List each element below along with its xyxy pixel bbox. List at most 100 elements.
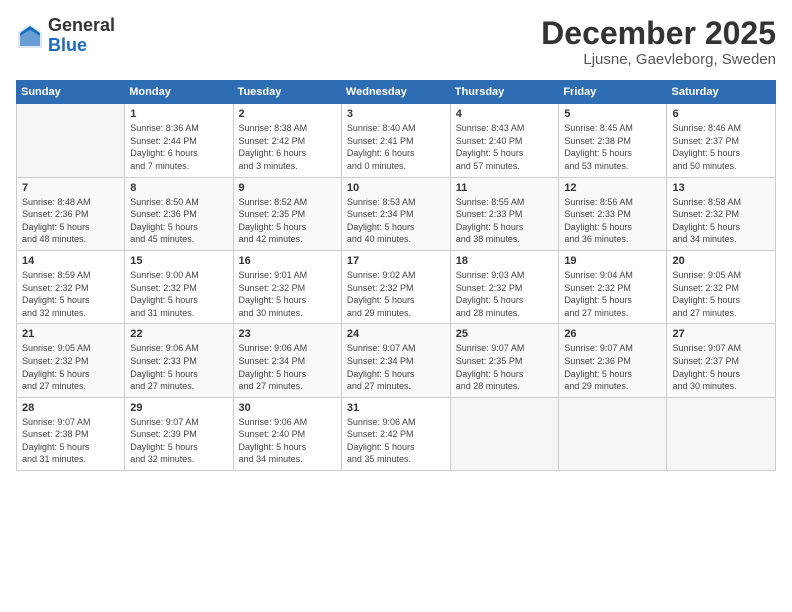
day-info: Sunrise: 9:07 AMSunset: 2:35 PMDaylight:…: [456, 342, 554, 392]
table-row: 16 Sunrise: 9:01 AMSunset: 2:32 PMDayligh…: [233, 250, 341, 323]
table-row: 6 Sunrise: 8:46 AMSunset: 2:37 PMDaylight…: [667, 104, 776, 177]
day-info: Sunrise: 9:06 AMSunset: 2:33 PMDaylight:…: [130, 342, 227, 392]
day-number: 17: [347, 255, 445, 267]
day-info: Sunrise: 8:36 AMSunset: 2:44 PMDaylight:…: [130, 122, 227, 172]
day-info: Sunrise: 8:53 AMSunset: 2:34 PMDaylight:…: [347, 196, 445, 246]
day-info: Sunrise: 9:02 AMSunset: 2:32 PMDaylight:…: [347, 269, 445, 319]
day-info: Sunrise: 9:07 AMSunset: 2:34 PMDaylight:…: [347, 342, 445, 392]
table-row: 15 Sunrise: 9:00 AMSunset: 2:32 PMDayligh…: [125, 250, 233, 323]
table-row: 29 Sunrise: 9:07 AMSunset: 2:39 PMDayligh…: [125, 397, 233, 470]
table-row: 12 Sunrise: 8:56 AMSunset: 2:33 PMDayligh…: [559, 177, 667, 250]
col-tuesday: Tuesday: [233, 81, 341, 104]
day-number: 7: [22, 182, 119, 194]
table-row: [17, 104, 125, 177]
day-info: Sunrise: 8:45 AMSunset: 2:38 PMDaylight:…: [564, 122, 661, 172]
col-friday: Friday: [559, 81, 667, 104]
table-row: 30 Sunrise: 9:06 AMSunset: 2:40 PMDayligh…: [233, 397, 341, 470]
day-info: Sunrise: 8:48 AMSunset: 2:36 PMDaylight:…: [22, 196, 119, 246]
logo-text: General Blue: [48, 16, 115, 56]
day-info: Sunrise: 9:06 AMSunset: 2:34 PMDaylight:…: [239, 342, 336, 392]
day-number: 14: [22, 255, 119, 267]
table-row: [450, 397, 559, 470]
calendar-header-row: Sunday Monday Tuesday Wednesday Thursday…: [17, 81, 776, 104]
day-number: 12: [564, 182, 661, 194]
day-info: Sunrise: 9:05 AMSunset: 2:32 PMDaylight:…: [22, 342, 119, 392]
day-number: 13: [672, 182, 770, 194]
day-number: 26: [564, 328, 661, 340]
table-row: 18Sunrise: 9:03 AMSunset: 2:32 PMDayligh…: [450, 250, 559, 323]
day-number: 19: [564, 255, 661, 267]
table-row: 21 Sunrise: 9:05 AMSunset: 2:32 PMDayligh…: [17, 324, 125, 397]
day-number: 21: [22, 328, 119, 340]
day-info: Sunrise: 9:04 AMSunset: 2:32 PMDaylight:…: [564, 269, 661, 319]
day-number: 3: [347, 108, 445, 120]
day-info: Sunrise: 8:52 AMSunset: 2:35 PMDaylight:…: [239, 196, 336, 246]
col-wednesday: Wednesday: [341, 81, 450, 104]
logo-icon: [16, 22, 44, 50]
table-row: 9 Sunrise: 8:52 AMSunset: 2:35 PMDaylight…: [233, 177, 341, 250]
day-number: 4: [456, 108, 554, 120]
day-number: 30: [239, 402, 336, 414]
col-sunday: Sunday: [17, 81, 125, 104]
day-info: Sunrise: 9:01 AMSunset: 2:32 PMDaylight:…: [239, 269, 336, 319]
day-number: 1: [130, 108, 227, 120]
location-title: Ljusne, Gaevleborg, Sweden: [541, 51, 776, 68]
day-info: Sunrise: 9:05 AMSunset: 2:32 PMDaylight:…: [672, 269, 770, 319]
day-number: 24: [347, 328, 445, 340]
month-title: December 2025: [541, 16, 776, 51]
day-info: Sunrise: 9:03 AMSunset: 2:32 PMDaylight:…: [456, 269, 554, 319]
day-info: Sunrise: 8:55 AMSunset: 2:33 PMDaylight:…: [456, 196, 554, 246]
day-number: 15: [130, 255, 227, 267]
day-number: 16: [239, 255, 336, 267]
table-row: 5Sunrise: 8:45 AMSunset: 2:38 PMDaylight…: [559, 104, 667, 177]
day-number: 10: [347, 182, 445, 194]
day-number: 31: [347, 402, 445, 414]
day-info: Sunrise: 8:59 AMSunset: 2:32 PMDaylight:…: [22, 269, 119, 319]
table-row: 25 Sunrise: 9:07 AMSunset: 2:35 PMDayligh…: [450, 324, 559, 397]
day-info: Sunrise: 9:00 AMSunset: 2:32 PMDaylight:…: [130, 269, 227, 319]
col-monday: Monday: [125, 81, 233, 104]
day-number: 20: [672, 255, 770, 267]
day-info: Sunrise: 9:06 AMSunset: 2:42 PMDaylight:…: [347, 416, 445, 466]
col-saturday: Saturday: [667, 81, 776, 104]
table-row: 8Sunrise: 8:50 AMSunset: 2:36 PMDaylight…: [125, 177, 233, 250]
day-number: 29: [130, 402, 227, 414]
table-row: 23 Sunrise: 9:06 AMSunset: 2:34 PMDayligh…: [233, 324, 341, 397]
col-thursday: Thursday: [450, 81, 559, 104]
page-container: General Blue December 2025 Ljusne, Gaevl…: [0, 0, 792, 612]
table-row: 24 Sunrise: 9:07 AMSunset: 2:34 PMDayligh…: [341, 324, 450, 397]
calendar-week-row: 1 Sunrise: 8:36 AMSunset: 2:44 PMDaylight…: [17, 104, 776, 177]
table-row: 7 Sunrise: 8:48 AMSunset: 2:36 PMDaylight…: [17, 177, 125, 250]
day-info: Sunrise: 8:46 AMSunset: 2:37 PMDaylight:…: [672, 122, 770, 172]
day-info: Sunrise: 9:06 AMSunset: 2:40 PMDaylight:…: [239, 416, 336, 466]
day-info: Sunrise: 8:43 AMSunset: 2:40 PMDaylight:…: [456, 122, 554, 172]
day-number: 9: [239, 182, 336, 194]
day-number: 6: [672, 108, 770, 120]
header: General Blue December 2025 Ljusne, Gaevl…: [16, 16, 776, 68]
day-number: 2: [239, 108, 336, 120]
table-row: 20 Sunrise: 9:05 AMSunset: 2:32 PMDayligh…: [667, 250, 776, 323]
day-number: 8: [130, 182, 227, 194]
day-number: 25: [456, 328, 554, 340]
table-row: 10 Sunrise: 8:53 AMSunset: 2:34 PMDayligh…: [341, 177, 450, 250]
day-info: Sunrise: 9:07 AMSunset: 2:39 PMDaylight:…: [130, 416, 227, 466]
table-row: 3Sunrise: 8:40 AMSunset: 2:41 PMDaylight…: [341, 104, 450, 177]
table-row: 1 Sunrise: 8:36 AMSunset: 2:44 PMDaylight…: [125, 104, 233, 177]
table-row: 11Sunrise: 8:55 AMSunset: 2:33 PMDayligh…: [450, 177, 559, 250]
table-row: 28Sunrise: 9:07 AMSunset: 2:38 PMDayligh…: [17, 397, 125, 470]
table-row: [667, 397, 776, 470]
day-number: 22: [130, 328, 227, 340]
table-row: 31 Sunrise: 9:06 AMSunset: 2:42 PMDayligh…: [341, 397, 450, 470]
table-row: 2Sunrise: 8:38 AMSunset: 2:42 PMDaylight…: [233, 104, 341, 177]
calendar-week-row: 7 Sunrise: 8:48 AMSunset: 2:36 PMDaylight…: [17, 177, 776, 250]
logo: General Blue: [16, 16, 115, 56]
day-info: Sunrise: 8:56 AMSunset: 2:33 PMDaylight:…: [564, 196, 661, 246]
table-row: 26 Sunrise: 9:07 AMSunset: 2:36 PMDayligh…: [559, 324, 667, 397]
calendar-week-row: 21 Sunrise: 9:05 AMSunset: 2:32 PMDayligh…: [17, 324, 776, 397]
day-number: 27: [672, 328, 770, 340]
day-number: 23: [239, 328, 336, 340]
table-row: 14 Sunrise: 8:59 AMSunset: 2:32 PMDayligh…: [17, 250, 125, 323]
calendar-week-row: 14 Sunrise: 8:59 AMSunset: 2:32 PMDayligh…: [17, 250, 776, 323]
day-info: Sunrise: 9:07 AMSunset: 2:36 PMDaylight:…: [564, 342, 661, 392]
logo-general: General: [48, 15, 115, 35]
